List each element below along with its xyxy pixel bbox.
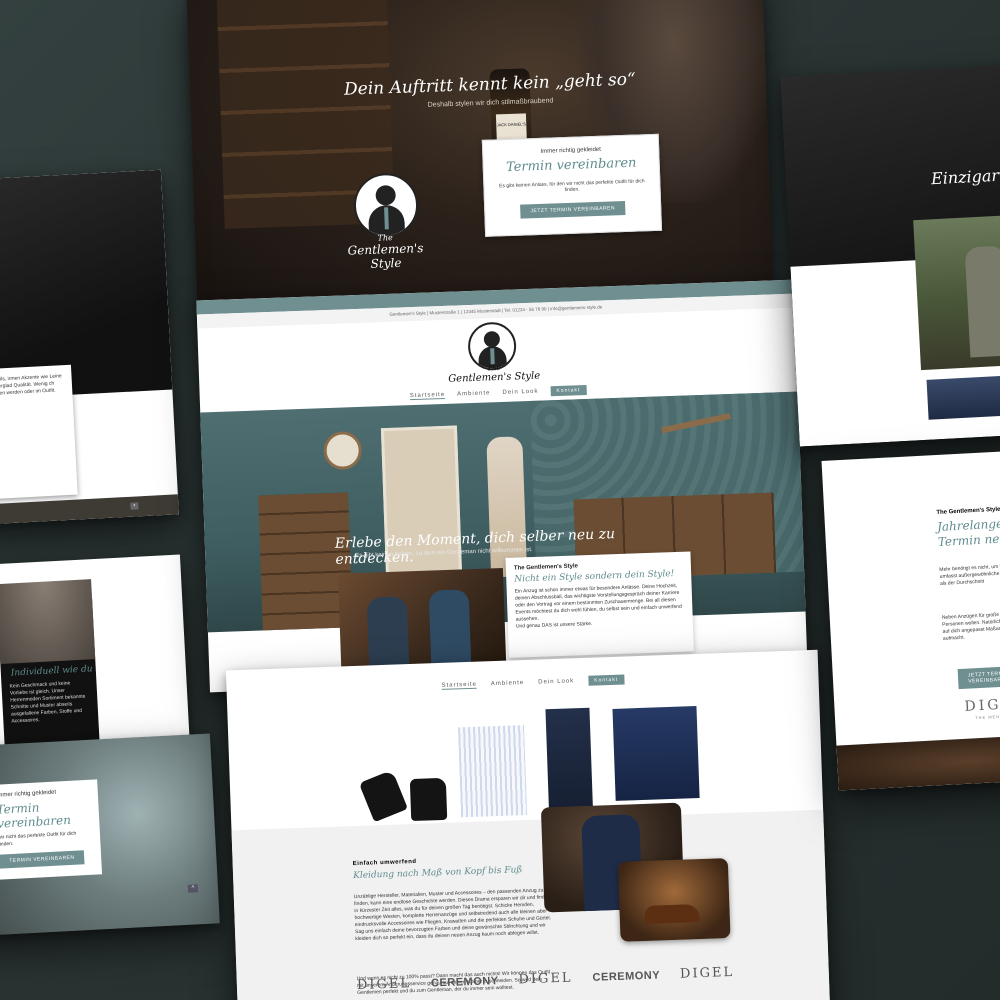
brand-logo-digel: DIGEL xyxy=(356,976,412,994)
left-mid-screenshot: Individuell wie du Kein Geschmack und ke… xyxy=(0,554,190,756)
logo-tie xyxy=(490,348,495,365)
scroll-top-button[interactable]: ^ xyxy=(187,884,199,893)
logo-wordmark: The Gentlemen's Style xyxy=(330,231,441,272)
book-appointment-button[interactable]: TERMIN VEREINBAREN xyxy=(0,850,85,869)
logo-face xyxy=(375,184,397,206)
details-text: Details, irmen Akzente wie Leine Ledergl… xyxy=(0,373,62,397)
section-text: Kein Geschmack und keine Vorliebe ist gl… xyxy=(9,680,86,725)
dark-hero-area xyxy=(0,169,173,401)
section-paragraph-2: Neben Anzügen für große Größen für klein… xyxy=(941,610,1000,642)
products-screenshot: Startseite Ambiente Dein Look Kontakt Ei… xyxy=(225,649,831,1000)
nav-startseite[interactable]: Startseite xyxy=(441,681,478,690)
section-paragraph-1: Mehr benötigt es nicht, um Unser Sortime… xyxy=(939,562,1000,587)
brand-logo-digel: DIGEL xyxy=(518,970,573,988)
shirt-image[interactable] xyxy=(458,725,528,818)
section-title: Kleidung nach Maß von Kopf bis Fuß xyxy=(352,865,523,882)
nav-kontakt-button[interactable]: Kontakt xyxy=(550,384,587,397)
section-kicker: The Gentlemen's Style xyxy=(936,506,1000,517)
person-left xyxy=(366,596,410,668)
brand-logo-ceremony: CEREMONY xyxy=(592,968,661,984)
brand-logo-digel: DIGEL xyxy=(679,964,735,982)
logo-line2: Gentlemen's Style xyxy=(347,241,424,271)
gentleman-logo-icon[interactable] xyxy=(352,172,420,239)
main-nav: Startseite Ambiente Dein Look Kontakt xyxy=(409,384,587,401)
left-bottom-screenshot: Immer richtig gekleidet Termin vereinbar… xyxy=(0,733,220,937)
gentlemen-sofa-photo xyxy=(337,568,507,674)
jacket-image[interactable] xyxy=(612,706,700,801)
logo-tie xyxy=(384,207,389,230)
bottle-label-text: JACK DANIEL'S xyxy=(496,121,526,128)
navy-suit-photo xyxy=(926,373,1000,420)
brand-logo-digel: DIGEL xyxy=(964,695,1000,715)
section-paragraph-1: Unzählige Hersteller, Materialien, Muste… xyxy=(353,887,552,943)
nav-ambiente[interactable]: Ambiente xyxy=(457,390,491,397)
intro-body: Ein Anzug ist schon immer etwas für beso… xyxy=(514,582,682,623)
logo-wordmark: The Gentlemen's Style xyxy=(439,362,550,385)
shoes-photo xyxy=(617,858,731,942)
suit-photo xyxy=(0,579,96,665)
details-panel: Details, irmen Akzente wie Leine Ledergl… xyxy=(0,364,78,500)
hero-screenshot: JACK DANIEL'S Dein Auftritt kennt kein „… xyxy=(186,0,774,322)
boot-right-image[interactable] xyxy=(409,777,448,822)
main-screenshot: Gentlemen's Style | Musterstraße 1 | 123… xyxy=(196,279,808,693)
intro-title: Nicht ein Style sondern dein Style! xyxy=(514,569,675,585)
brand-logo-ceremony: CEREMONY xyxy=(430,974,499,989)
book-appointment-button[interactable]: JETZT TERMIN VEREINBAREN xyxy=(520,200,626,219)
right-mid-screenshot: The Gentlemen's Style Jahrelange Termin … xyxy=(821,449,1000,791)
appointment-panel: Immer richtig gekleidet Termin vereinbar… xyxy=(0,779,103,881)
showcase-stage: JACK DANIEL'S Dein Auftritt kennt kein „… xyxy=(0,0,1000,1000)
section-title: Jahrelange Termin ne xyxy=(937,514,1000,550)
appointment-card: Immer richtig gekleidet Termin vereinbar… xyxy=(481,133,663,237)
left-top-screenshot: Details, irmen Akzente wie Leine Ledergl… xyxy=(0,169,179,526)
intro-card: The Gentlemen's Style Nicht ein Style so… xyxy=(505,551,694,658)
section-kicker: Einfach umwerfend xyxy=(352,858,417,868)
shoe-shape xyxy=(644,904,700,924)
book-appointment-button[interactable]: JETZT TERMIN VEREINBAREN xyxy=(957,664,1000,690)
scroll-top-button[interactable]: ▪ xyxy=(130,502,139,510)
logo-face xyxy=(483,330,501,348)
clock-icon xyxy=(323,430,363,471)
footer-strip: ▪ xyxy=(0,494,179,526)
section-title: Einzigartig xyxy=(930,164,1000,189)
boot-left-image[interactable] xyxy=(358,769,408,823)
card-title: Termin vereinbaren xyxy=(505,155,637,176)
card-body: Es gibt keinen Anlass, für den wir nicht… xyxy=(498,178,645,194)
panel-title: Termin vereinbaren xyxy=(0,800,72,831)
products-nav: Startseite Ambiente Dein Look Kontakt xyxy=(441,674,625,691)
nav-kontakt-button[interactable]: Kontakt xyxy=(588,674,625,686)
product-row xyxy=(227,690,823,831)
outdoor-suit-photo xyxy=(913,212,1000,371)
panel-kicker: Immer richtig gekleidet xyxy=(0,789,57,799)
right-top-screenshot: Einzigartig xyxy=(780,63,1000,447)
pants-image[interactable] xyxy=(545,707,594,820)
person-right xyxy=(428,589,472,666)
footer-image xyxy=(836,734,1000,791)
suit-shape xyxy=(964,245,1000,358)
nav-dein-look[interactable]: Dein Look xyxy=(502,389,538,396)
nav-ambiente[interactable]: Ambiente xyxy=(491,680,525,687)
panel-text: wir nicht das perfekte Outfit für dich f… xyxy=(0,830,77,848)
nav-dein-look[interactable]: Dein Look xyxy=(538,678,574,685)
nav-startseite[interactable]: Startseite xyxy=(409,391,446,400)
